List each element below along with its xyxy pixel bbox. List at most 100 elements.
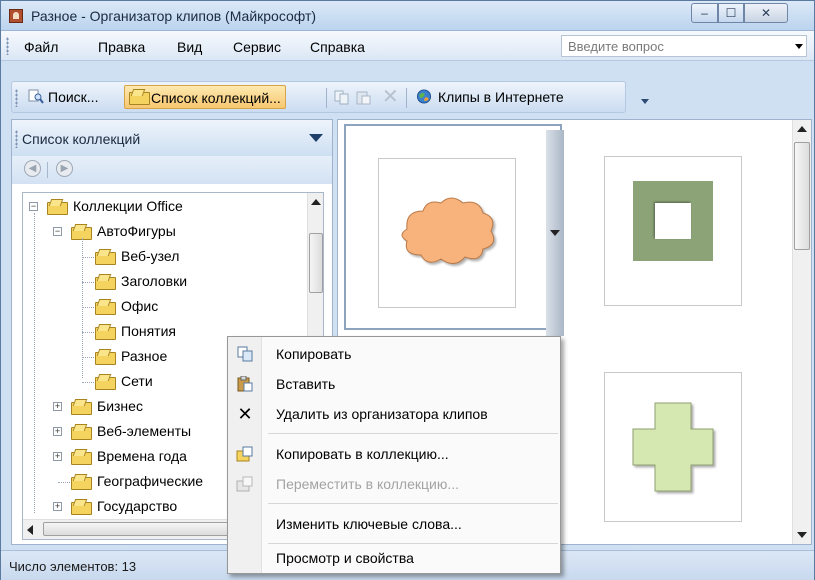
minimize-button[interactable]: –: [691, 3, 718, 23]
toolbar-separator: [406, 88, 407, 108]
tree-connector: [82, 357, 94, 358]
back-button[interactable]: ◀: [24, 160, 41, 177]
close-button[interactable]: ✕: [744, 3, 788, 23]
copy-to-collection-icon: [236, 446, 253, 462]
tree-connector: [82, 257, 94, 258]
forward-button[interactable]: ▶: [56, 160, 73, 177]
ask-question-input[interactable]: Введите вопрос: [561, 35, 807, 57]
menubar-grip[interactable]: [6, 37, 9, 55]
clip-thumbnail[interactable]: [604, 372, 742, 522]
menu-view[interactable]: Вид: [177, 39, 202, 55]
app-icon: [9, 9, 23, 23]
app-window: Разное - Организатор клипов (Майкрософт)…: [0, 0, 815, 580]
toolbar-options-icon[interactable]: [641, 99, 649, 104]
folder-icon: [95, 324, 116, 340]
tree-item-label: Государство: [97, 498, 178, 514]
tree-item-label: Бизнес: [97, 398, 143, 414]
window-title: Разное - Организатор клипов (Майкрософт): [31, 8, 317, 24]
tree-connector: [82, 307, 94, 308]
clip-menu-button[interactable]: [546, 130, 564, 336]
cloud-clip-image: [401, 197, 495, 264]
tree-item-label: Сети: [121, 373, 153, 389]
pane-header: Список коллекций: [12, 120, 332, 156]
clips-vertical-thumb[interactable]: [794, 142, 810, 250]
ctx-delete[interactable]: ✕ Удалить из организатора клипов: [228, 399, 560, 429]
scroll-up-icon[interactable]: [311, 199, 321, 205]
clip-item-selected[interactable]: [344, 124, 564, 336]
folder-icon: [95, 349, 116, 365]
folder-icon: [71, 424, 92, 440]
clips-vertical-scrollbar[interactable]: [792, 120, 811, 544]
tree-connector: [82, 282, 94, 283]
tree-connector: [82, 382, 94, 383]
tree-connector: [58, 482, 70, 483]
ctx-separator: [268, 503, 558, 504]
expand-icon[interactable]: +: [53, 427, 62, 436]
paste-icon: [356, 91, 371, 105]
folder-icon: [129, 89, 150, 105]
globe-icon: [416, 89, 432, 104]
pane-grip[interactable]: [15, 130, 18, 148]
search-button[interactable]: Поиск...: [24, 85, 102, 109]
scroll-down-icon[interactable]: [797, 532, 807, 538]
collections-list-button[interactable]: Список коллекций...: [124, 85, 286, 109]
scroll-left-icon[interactable]: [27, 525, 33, 535]
folder-icon: [95, 249, 116, 265]
clip-thumbnail[interactable]: [604, 156, 742, 306]
scroll-up-icon[interactable]: [797, 126, 807, 132]
cross-shape: [632, 402, 714, 492]
cloud-shape: [401, 197, 495, 264]
tree-item-label: Коллекции Office: [73, 198, 183, 214]
folder-icon: [95, 299, 116, 315]
pane-navigation: ◀ ▶: [12, 156, 332, 184]
collapse-icon[interactable]: −: [53, 227, 62, 236]
ctx-move-to-collection[interactable]: Переместить в коллекцию...: [228, 469, 560, 499]
expand-icon[interactable]: +: [53, 502, 62, 511]
tree-item-label: Понятия: [121, 323, 176, 339]
ctx-copy-to-collection-label: Копировать в коллекцию...: [276, 446, 449, 462]
copy-icon: [237, 346, 253, 362]
folder-icon: [71, 224, 92, 240]
ask-question-placeholder: Введите вопрос: [568, 39, 664, 54]
ctx-edit-keywords[interactable]: Изменить ключевые слова...: [228, 509, 560, 539]
tree-item-label: Времена года: [97, 448, 187, 464]
tree-item-label: Разное: [121, 348, 168, 364]
clip-thumbnail[interactable]: [378, 158, 516, 308]
online-clips-button[interactable]: Клипы в Интернете: [412, 85, 568, 109]
collapse-icon[interactable]: −: [29, 202, 38, 211]
delete-icon: ✕: [237, 404, 253, 424]
tree-vertical-thumb[interactable]: [309, 233, 323, 293]
search-icon: [28, 89, 44, 104]
toolbar-paste-button[interactable]: [354, 85, 374, 109]
ctx-copy-to-collection[interactable]: Копировать в коллекцию...: [228, 439, 560, 469]
tree-connector: [82, 332, 94, 333]
maximize-button[interactable]: ☐: [718, 3, 744, 23]
expand-icon[interactable]: +: [53, 402, 62, 411]
pane-menu-icon[interactable]: [309, 134, 323, 142]
tree-connector: [82, 238, 83, 378]
menu-file[interactable]: Файл: [24, 39, 58, 55]
menu-edit[interactable]: Правка: [98, 39, 145, 55]
context-menu: Копировать Вставить ✕ Удалить из организ…: [227, 336, 561, 574]
title-bar: Разное - Организатор клипов (Майкрософт)…: [1, 1, 814, 31]
menu-service[interactable]: Сервис: [233, 39, 281, 55]
ctx-preview-properties[interactable]: Просмотр и свойства: [228, 543, 560, 573]
toolbar: Поиск... Список коллекций... ✕ Клипы в И…: [11, 81, 626, 113]
toolbar-separator: [326, 88, 327, 108]
copy-icon: [334, 90, 349, 105]
tree-item-label: Веб-элементы: [97, 423, 192, 439]
toolbar-delete-button[interactable]: ✕: [378, 85, 400, 109]
search-label: Поиск...: [48, 89, 99, 105]
toolbar-copy-button[interactable]: [332, 85, 352, 109]
ctx-separator: [268, 433, 558, 434]
ask-dropdown-arrow-icon[interactable]: [795, 44, 803, 49]
expand-icon[interactable]: +: [53, 452, 62, 461]
online-clips-label: Клипы в Интернете: [438, 89, 564, 105]
toolbar-grip[interactable]: [15, 89, 18, 107]
ctx-edit-keywords-label: Изменить ключевые слова...: [276, 516, 462, 532]
paste-icon: [237, 376, 253, 392]
ctx-paste[interactable]: Вставить: [228, 369, 560, 399]
ctx-copy[interactable]: Копировать: [228, 339, 560, 369]
folder-icon: [71, 474, 92, 490]
menu-help[interactable]: Справка: [310, 39, 365, 55]
